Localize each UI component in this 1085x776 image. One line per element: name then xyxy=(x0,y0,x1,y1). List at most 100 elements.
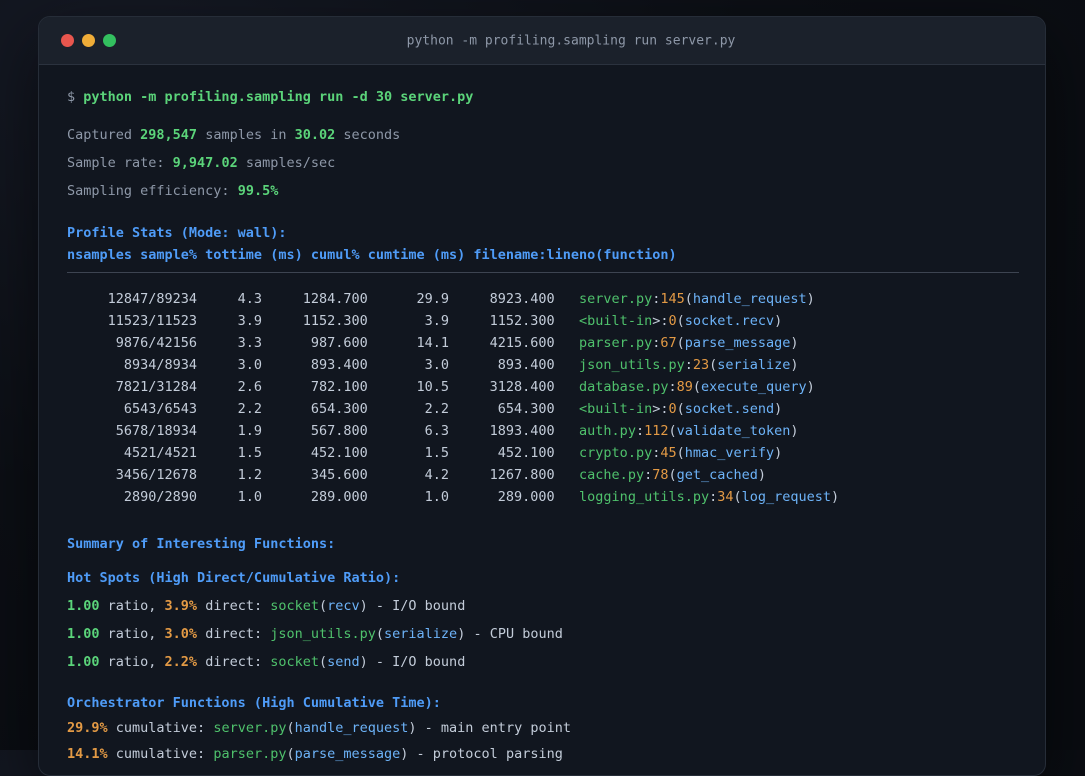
text-segment: Sampling efficiency: xyxy=(67,183,238,199)
text-segment: 23 xyxy=(692,357,710,373)
table-header: nsamples sample% tottime (ms) cumul% cum… xyxy=(67,244,1019,266)
text-segment: ) - protocol parsing xyxy=(400,746,563,762)
text-segment: 298,547 xyxy=(140,127,198,143)
text-segment: 89 xyxy=(676,379,693,395)
text-segment: ) xyxy=(774,313,783,329)
text-segment: 78 xyxy=(652,467,669,483)
sample-rate-line: Sample rate: 9,947.02 samples/sec xyxy=(67,152,1019,174)
text-segment: 5678/18934 1.9 567.800 6.3 1893.400 xyxy=(67,423,580,439)
table-separator xyxy=(67,272,1019,273)
text-segment: : xyxy=(668,379,677,395)
text-segment: 0 xyxy=(668,401,677,417)
text-segment: Sample rate: xyxy=(67,155,173,171)
zoom-button[interactable] xyxy=(103,34,116,47)
text-segment: ( xyxy=(668,423,677,439)
text-segment: socket.send xyxy=(684,401,775,417)
text-segment: <built-in xyxy=(579,401,653,417)
text-segment: 4521/4521 1.5 452.100 1.5 452.100 xyxy=(67,445,580,461)
text-segment: ( xyxy=(286,720,295,736)
text-segment: 29.9% xyxy=(67,720,108,736)
text-segment: parser.py xyxy=(213,746,287,762)
window-title: python -m profiling.sampling run server.… xyxy=(406,33,736,48)
text-segment: ) xyxy=(774,445,783,461)
text-segment: 0 xyxy=(668,313,677,329)
text-segment: server.py xyxy=(213,720,287,736)
text-segment: seconds xyxy=(335,127,401,143)
text-segment: python -m profiling.sampling run -d 30 s… xyxy=(83,89,474,105)
text-segment: ) xyxy=(757,467,767,483)
text-segment: ( xyxy=(676,313,685,329)
text-segment: ) xyxy=(790,335,799,351)
text-segment: execute_query xyxy=(701,379,807,395)
profile-table: 12847/89234 4.3 1284.700 29.9 8923.400 s… xyxy=(67,288,1019,508)
text-segment: ) xyxy=(790,423,799,439)
table-row: 6543/6543 2.2 654.300 2.2 654.300 <built… xyxy=(67,398,1019,420)
text-segment: ( xyxy=(286,746,295,762)
text-segment: 2890/2890 1.0 289.000 1.0 289.000 xyxy=(67,489,580,505)
text-segment: handle_request xyxy=(294,720,409,736)
orchestrator-line: 29.9% cumulative: server.py(handle_reque… xyxy=(67,717,1019,739)
text-segment: ) - main entry point xyxy=(408,720,571,736)
text-segment: 12847/89234 4.3 1284.700 29.9 8923.400 xyxy=(67,291,580,307)
text-segment: 8934/8934 3.0 893.400 3.0 893.400 xyxy=(67,357,580,373)
text-segment: ) xyxy=(790,357,799,373)
text-segment: 3.0% xyxy=(164,626,198,642)
table-row: 3456/12678 1.2 345.600 4.2 1267.800 cach… xyxy=(67,464,1019,486)
text-segment: 1.00 xyxy=(67,626,100,642)
text-segment: 1.00 xyxy=(67,598,100,614)
captured-line: Captured 298,547 samples in 30.02 second… xyxy=(67,124,1019,146)
text-segment: 3.9% xyxy=(164,598,198,614)
text-segment: crypto.py xyxy=(579,445,653,461)
text-segment: samples/sec xyxy=(237,155,336,171)
text-segment: direct: xyxy=(197,598,271,614)
text-segment: 3456/12678 1.2 345.600 4.2 1267.800 xyxy=(67,467,580,483)
text-segment: cumulative: xyxy=(107,720,214,736)
orchestrator-heading: Orchestrator Functions (High Cumulative … xyxy=(67,692,1019,714)
text-segment: direct: xyxy=(197,654,271,670)
hot-spots-heading: Hot Spots (High Direct/Cumulative Ratio)… xyxy=(67,567,1019,589)
traffic-lights xyxy=(61,34,116,47)
text-segment: socket xyxy=(270,654,319,670)
text-segment: 7821/31284 2.6 782.100 10.5 3128.400 xyxy=(67,379,580,395)
text-segment: 99.5% xyxy=(237,183,279,199)
text-segment: cumulative: xyxy=(107,746,214,762)
text-segment: nsamples sample% tottime (ms) cumul% cum… xyxy=(67,247,677,263)
text-segment: database.py xyxy=(579,379,669,395)
minimize-button[interactable] xyxy=(82,34,95,47)
text-segment: 34 xyxy=(717,489,734,505)
text-segment: serialize xyxy=(717,357,791,373)
table-row: 12847/89234 4.3 1284.700 29.9 8923.400 s… xyxy=(67,288,1019,310)
text-segment: logging_utils.py xyxy=(579,489,710,505)
text-segment: ( xyxy=(375,626,385,642)
text-segment: : xyxy=(709,489,718,505)
profile-stats-heading: Profile Stats (Mode: wall): xyxy=(67,222,1019,244)
hot-spot-line: 1.00 ratio, 3.9% direct: socket(recv) - … xyxy=(67,595,1019,617)
text-segment: ) xyxy=(806,291,815,307)
hot-spot-line: 1.00 ratio, 2.2% direct: socket(send) - … xyxy=(67,651,1019,673)
summary-heading: Summary of Interesting Functions: xyxy=(67,533,1019,555)
text-segment: ( xyxy=(676,445,685,461)
text-segment: samples in xyxy=(197,127,295,143)
text-segment: ( xyxy=(684,291,693,307)
close-button[interactable] xyxy=(61,34,74,47)
efficiency-line: Sampling efficiency: 99.5% xyxy=(67,180,1019,202)
text-segment: validate_token xyxy=(676,423,791,439)
table-row: 11523/11523 3.9 1152.300 3.9 1152.300 <b… xyxy=(67,310,1019,332)
text-segment: serialize xyxy=(384,626,458,642)
text-segment: ( xyxy=(319,654,328,670)
hot-spot-line: 1.00 ratio, 3.0% direct: json_utils.py(s… xyxy=(67,623,1019,645)
text-segment: ratio, xyxy=(99,626,165,642)
terminal-window: python -m profiling.sampling run server.… xyxy=(38,16,1046,776)
text-segment: 9,947.02 xyxy=(172,155,238,171)
command-line: $ python -m profiling.sampling run -d 30… xyxy=(67,86,1019,108)
text-segment: Profile Stats (Mode: wall): xyxy=(67,225,287,241)
text-segment: 112 xyxy=(644,423,669,439)
text-segment: get_cached xyxy=(676,467,758,483)
text-segment: server.py xyxy=(579,291,653,307)
text-segment: Orchestrator Functions (High Cumulative … xyxy=(67,695,441,711)
text-segment: Hot Spots (High Direct/Cumulative Ratio)… xyxy=(67,570,401,586)
text-segment: $ xyxy=(67,89,84,105)
text-segment: auth.py xyxy=(579,423,636,439)
text-segment: ( xyxy=(733,489,742,505)
text-segment: 6543/6543 2.2 654.300 2.2 654.300 xyxy=(67,401,580,417)
